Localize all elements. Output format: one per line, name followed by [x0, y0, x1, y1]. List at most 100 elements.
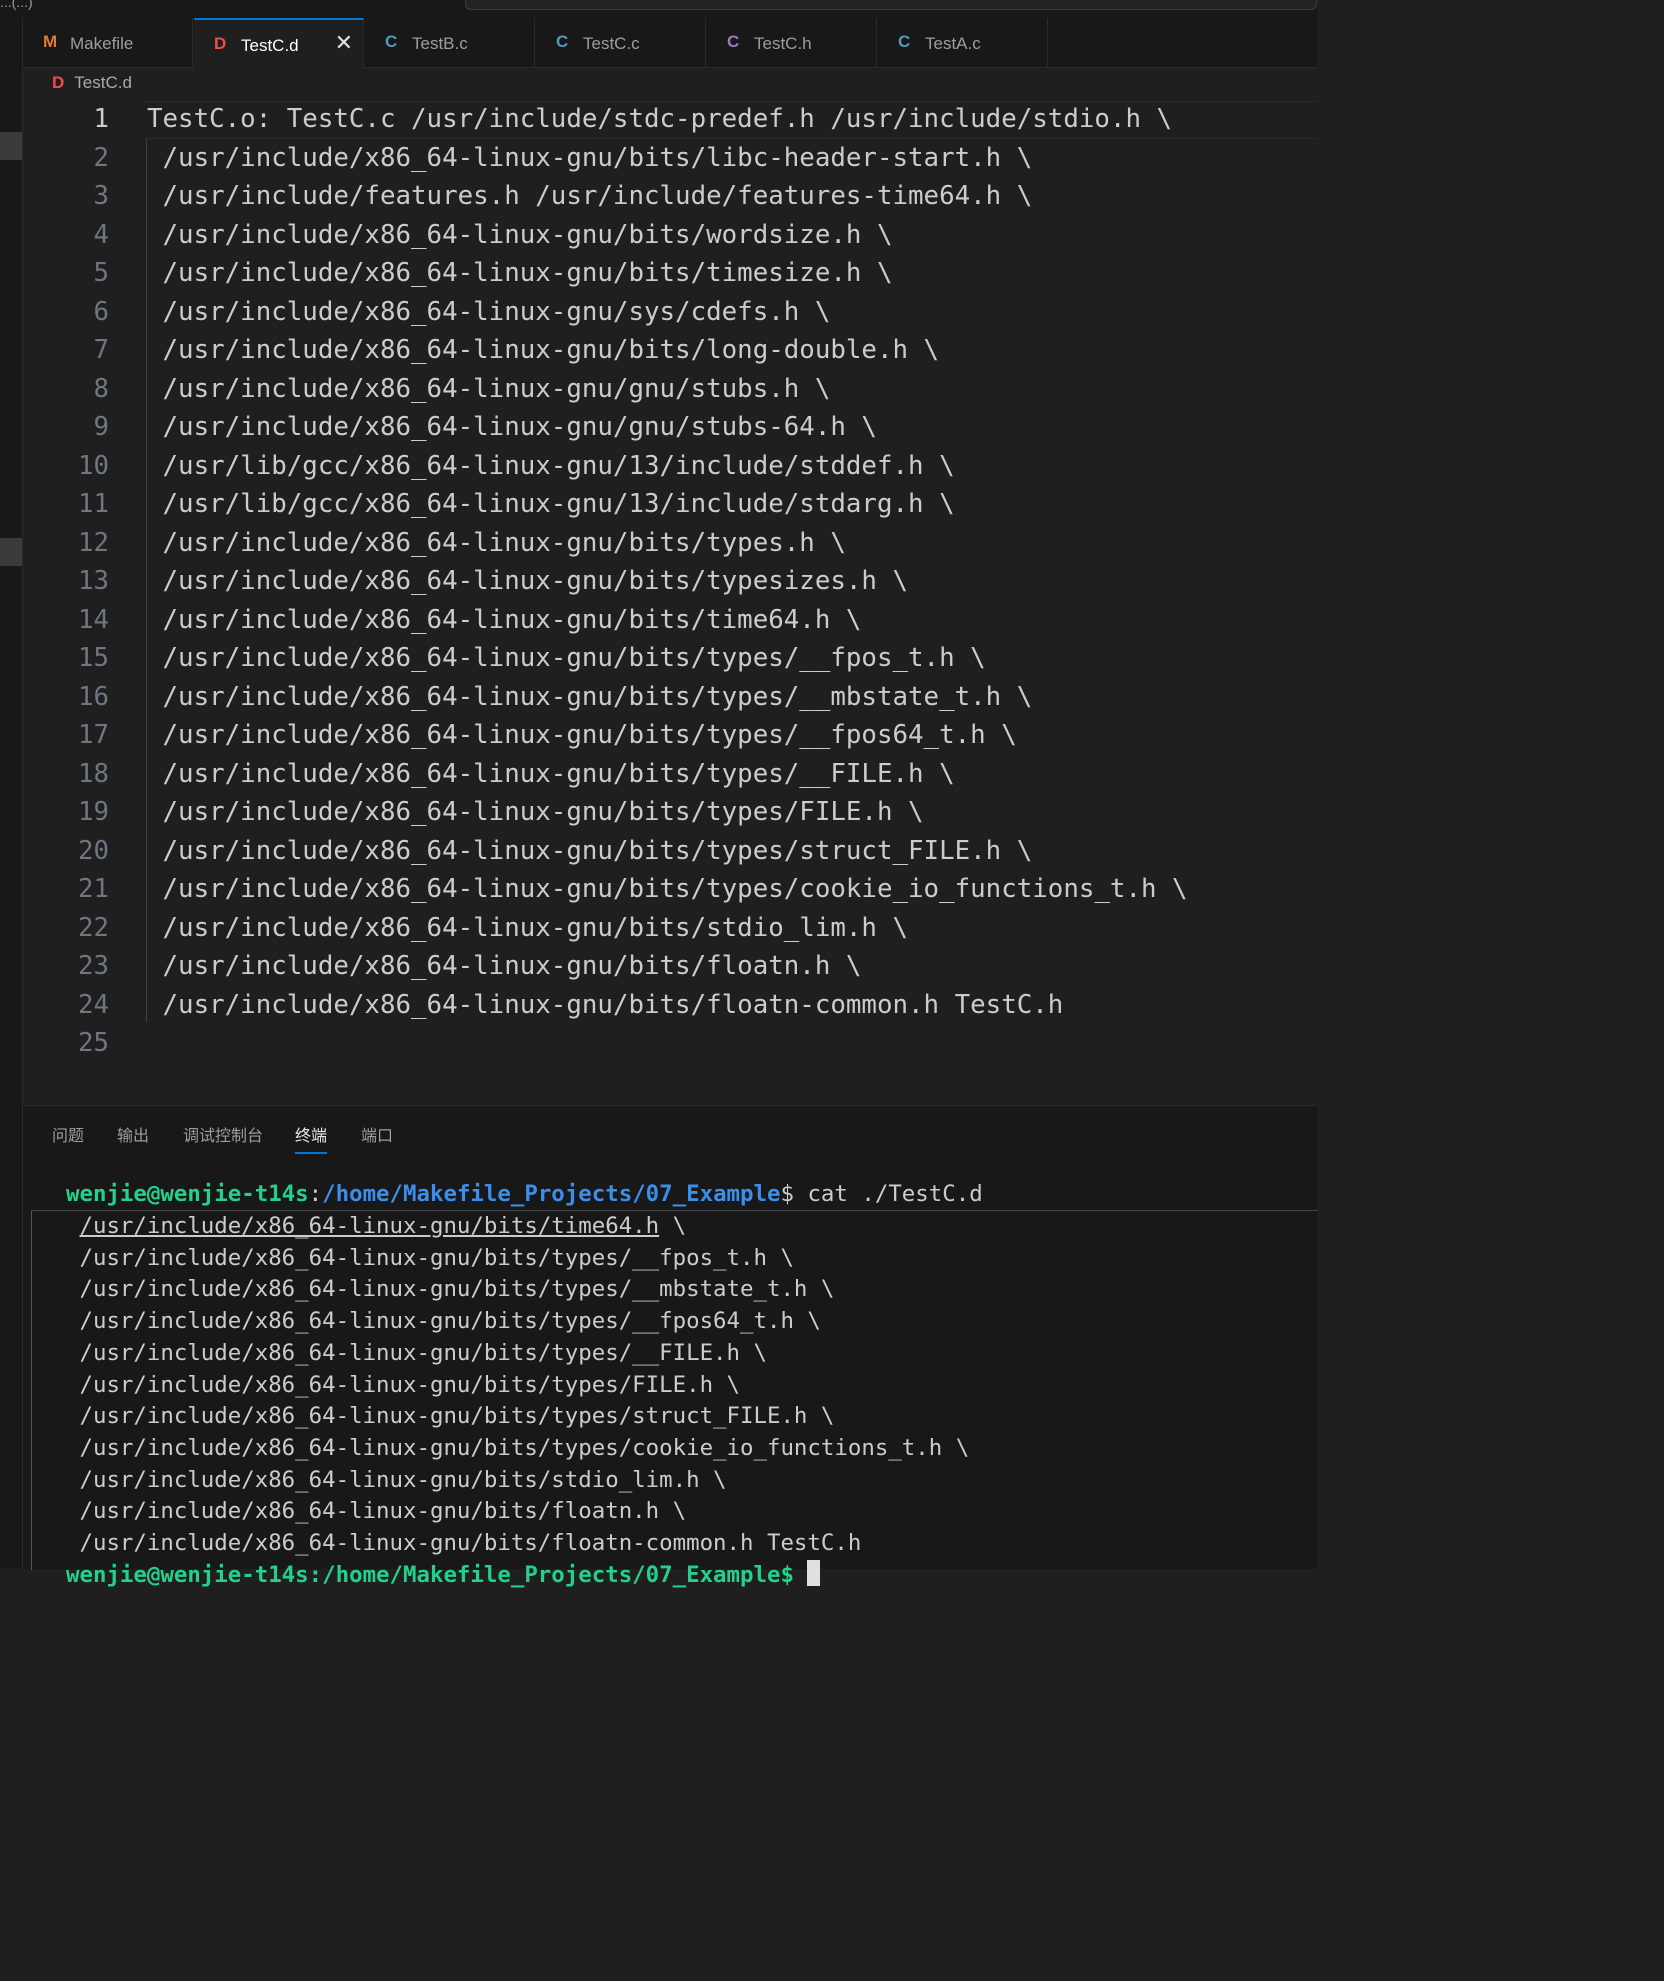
terminal-prompt-line: wenjie@wenjie-t14s:/home/Makefile_Projec… [66, 1559, 821, 1591]
code-text: /usr/include/x86_64-linux-gnu/bits/types… [147, 797, 924, 827]
line-number: 10 [77, 450, 109, 481]
tab-testc-c[interactable]: C TestC.c [536, 18, 706, 67]
terminal-output-line: /usr/include/x86_64-linux-gnu/bits/types… [66, 1403, 835, 1430]
terminal-output-line: /usr/include/x86_64-linux-gnu/bits/stdio… [66, 1466, 727, 1493]
activity-bar-edge [0, 18, 23, 1568]
breadcrumb[interactable]: D TestC.d [52, 73, 132, 93]
line-number: 5 [93, 258, 109, 288]
code-line: 8 /usr/include/x86_64-linux-gnu/gnu/stub… [23, 370, 1317, 408]
code-text: /usr/lib/gcc/x86_64-linux-gnu/13/include… [147, 489, 955, 519]
line-number: 9 [93, 412, 109, 442]
close-icon[interactable]: ✕ [335, 30, 353, 56]
code-line: 2 /usr/include/x86_64-linux-gnu/bits/lib… [23, 139, 1317, 177]
code-line: 14 /usr/include/x86_64-linux-gnu/bits/ti… [23, 601, 1317, 639]
terminal-command: cat ./TestC.d [793, 1181, 983, 1207]
tab-label: TestC.h [754, 34, 812, 53]
line-number: 17 [77, 720, 109, 750]
dep-file-icon: D [52, 73, 65, 92]
code-text: /usr/include/x86_64-linux-gnu/bits/types… [147, 527, 846, 558]
line-number: 12 [77, 527, 109, 558]
code-text: /usr/include/x86_64-linux-gnu/bits/words… [147, 219, 893, 250]
line-number: 11 [77, 489, 109, 519]
code-line: 5 /usr/include/x86_64-linux-gnu/bits/tim… [23, 254, 1317, 292]
code-text: /usr/include/x86_64-linux-gnu/bits/libc-… [147, 142, 1033, 173]
code-line: 16 /usr/include/x86_64-linux-gnu/bits/ty… [23, 678, 1317, 716]
line-number: 2 [93, 142, 109, 173]
terminal-cursor [807, 1560, 821, 1586]
code-text: /usr/include/x86_64-linux-gnu/bits/float… [147, 951, 862, 981]
line-number: 8 [93, 373, 109, 404]
terminal-prompt-line: wenjie@wenjie-t14s:/home/Makefile_Projec… [66, 1178, 983, 1210]
code-line: 17 /usr/include/x86_64-linux-gnu/bits/ty… [23, 716, 1317, 754]
line-number: 4 [93, 219, 109, 250]
tab-label: TestC.c [583, 34, 640, 53]
tab-label: TestA.c [925, 34, 981, 53]
breadcrumb-file-label: TestC.d [74, 73, 132, 92]
code-line: 15 /usr/include/x86_64-linux-gnu/bits/ty… [23, 639, 1317, 677]
panel-tab-output[interactable]: 输出 [117, 1122, 149, 1146]
code-text: /usr/include/x86_64-linux-gnu/bits/types… [147, 566, 909, 596]
terminal-output-line: /usr/include/x86_64-linux-gnu/bits/types… [66, 1434, 970, 1461]
window-title: ...(...) [0, 0, 33, 10]
command-center[interactable] [465, 0, 1317, 10]
code-line: 6 /usr/include/x86_64-linux-gnu/sys/cdef… [23, 293, 1317, 331]
tab-testa-c[interactable]: C TestA.c [878, 18, 1048, 67]
code-line: 19 /usr/include/x86_64-linux-gnu/bits/ty… [23, 793, 1317, 831]
line-number: 15 [77, 643, 109, 673]
line-number: 13 [77, 566, 109, 596]
file-type-icon: M [43, 32, 58, 51]
code-text: /usr/include/x86_64-linux-gnu/bits/types… [147, 720, 1017, 750]
activity-indicator [0, 538, 22, 566]
terminal-output-line: /usr/include/x86_64-linux-gnu/bits/types… [66, 1308, 821, 1335]
code-line: 1 TestC.o: TestC.c /usr/include/stdc-pred… [23, 100, 1317, 139]
code-text: /usr/include/x86_64-linux-gnu/bits/stdio… [147, 912, 909, 943]
tab-testc-d[interactable]: D TestC.d ✕ [194, 18, 364, 68]
line-number: 3 [93, 181, 109, 211]
line-number: 22 [77, 912, 109, 943]
code-text: /usr/include/x86_64-linux-gnu/bits/types… [147, 681, 1033, 712]
code-line: 7 /usr/include/x86_64-linux-gnu/bits/lon… [23, 331, 1317, 369]
code-line: 13 /usr/include/x86_64-linux-gnu/bits/ty… [23, 562, 1317, 600]
code-line: 20 /usr/include/x86_64-linux-gnu/bits/ty… [23, 832, 1317, 870]
code-text: /usr/include/x86_64-linux-gnu/gnu/stubs.… [147, 373, 831, 404]
panel-tab-ports[interactable]: 端口 [361, 1122, 393, 1146]
terminal-output-line: /usr/include/x86_64-linux-gnu/bits/types… [66, 1371, 741, 1398]
code-line: 12 /usr/include/x86_64-linux-gnu/bits/ty… [23, 524, 1317, 562]
line-number: 14 [77, 604, 109, 635]
line-number: 23 [77, 951, 109, 981]
editor-tab-bar: M Makefile D TestC.d ✕ C TestB.c C TestC.c C TestC… [23, 18, 1317, 68]
tab-label: TestB.c [412, 34, 468, 53]
code-editor[interactable]: 1 TestC.o: TestC.c /usr/include/stdc-pred… [23, 100, 1317, 1100]
prompt-separator: : [308, 1181, 323, 1207]
code-text: /usr/include/x86_64-linux-gnu/bits/types… [147, 835, 1033, 866]
panel-tab-terminal[interactable]: 终端 [295, 1122, 328, 1154]
code-text: /usr/include/x86_64-linux-gnu/bits/time6… [147, 604, 862, 635]
tab-testb-c[interactable]: C TestB.c [365, 18, 535, 67]
code-line: 3 /usr/include/features.h /usr/include/f… [23, 177, 1317, 215]
line-number: 7 [93, 335, 109, 365]
line-number: 18 [77, 758, 109, 789]
panel-tab-debug-console[interactable]: 调试控制台 [183, 1122, 263, 1146]
terminal-output-line: /usr/include/x86_64-linux-gnu/bits/float… [66, 1498, 687, 1525]
terminal-output-line: /usr/include/x86_64-linux-gnu/bits/types… [66, 1339, 767, 1366]
terminal-output-line: /usr/include/x86_64-linux-gnu/bits/types… [66, 1276, 835, 1303]
line-number: 19 [77, 797, 109, 827]
code-text: /usr/include/x86_64-linux-gnu/bits/times… [147, 258, 893, 288]
prompt-partial: wenjie@wenjie-t14s:/home/Makefile_Projec… [66, 1562, 808, 1588]
code-line: 18 /usr/include/x86_64-linux-gnu/bits/ty… [23, 755, 1317, 793]
code-line: 9 /usr/include/x86_64-linux-gnu/gnu/stub… [23, 408, 1317, 446]
line-number: 16 [77, 681, 109, 712]
line-number: 21 [77, 874, 109, 904]
code-line: 23 /usr/include/x86_64-linux-gnu/bits/fl… [23, 947, 1317, 985]
code-text: /usr/include/x86_64-linux-gnu/bits/types… [147, 758, 955, 789]
tab-makefile[interactable]: M Makefile [23, 18, 193, 67]
bottom-panel: 问题 输出 调试控制台 终端 端口 wenjie@wenjie-t14s:/ho… [23, 1105, 1318, 1588]
code-line: 24 /usr/include/x86_64-linux-gnu/bits/fl… [23, 986, 1317, 1024]
code-text: /usr/include/x86_64-linux-gnu/bits/long-… [147, 335, 940, 365]
code-text: /usr/include/x86_64-linux-gnu/bits/types… [147, 643, 986, 673]
file-type-icon: D [214, 34, 227, 53]
tab-testc-h[interactable]: C TestC.h [707, 18, 877, 67]
terminal-output-line: /usr/include/x86_64-linux-gnu/bits/float… [66, 1530, 862, 1556]
panel-tab-problems[interactable]: 问题 [52, 1122, 84, 1146]
file-type-icon: C [898, 32, 911, 51]
